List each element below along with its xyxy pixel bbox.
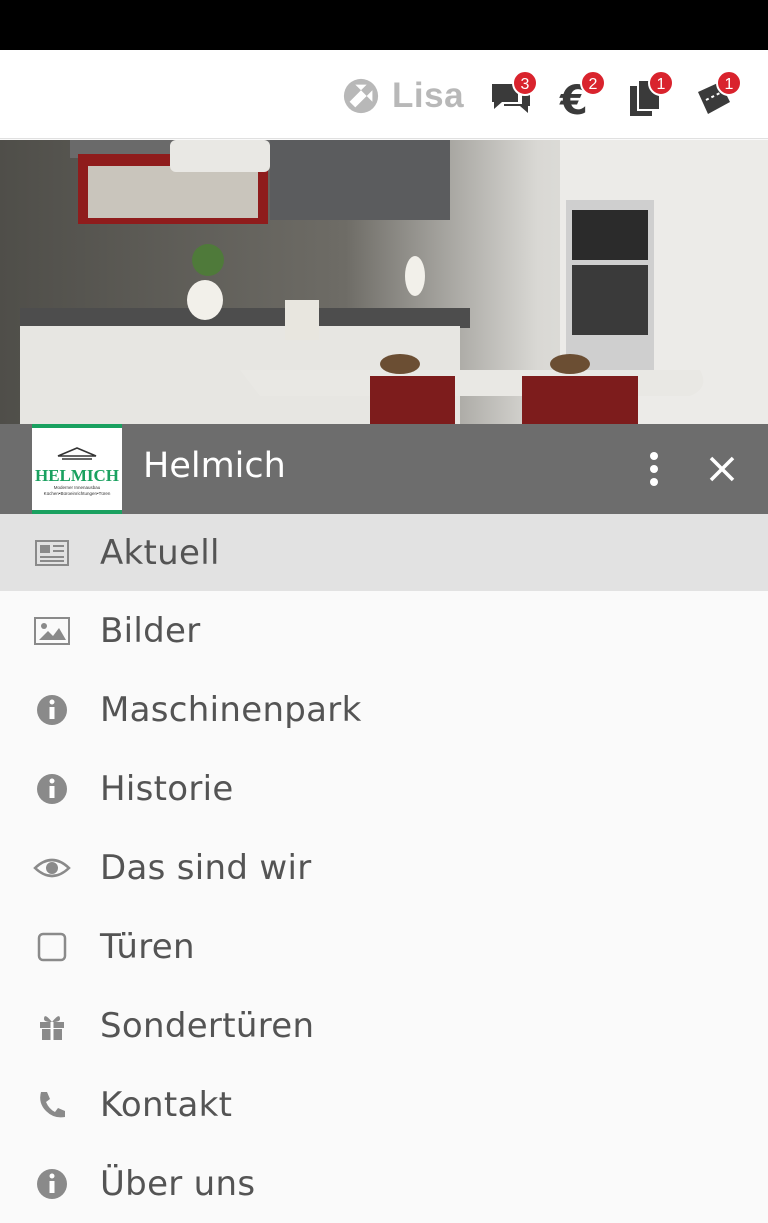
documents-badge: 1	[648, 70, 674, 96]
menu-item-sondertueren[interactable]: Sondertüren	[0, 986, 768, 1065]
menu-item-label: Sondertüren	[100, 1005, 315, 1046]
drawer-title: Helmich	[143, 446, 286, 486]
logo-text: HELMICH	[35, 466, 119, 485]
menu-item-das-sind-wir[interactable]: Das sind wir	[0, 828, 768, 907]
messages-badge: 3	[512, 70, 538, 96]
brand[interactable]: Lisa	[342, 76, 464, 116]
more-options-button[interactable]	[634, 448, 674, 490]
square-icon	[32, 927, 72, 967]
menu-item-aktuell[interactable]: Aktuell	[0, 514, 768, 591]
menu-item-bilder[interactable]: Bilder	[0, 591, 768, 670]
menu-item-label: Maschinenpark	[100, 689, 362, 730]
helmich-logo: HELMICH Moderner Innenausbau Küchen•Büro…	[32, 424, 122, 514]
menu-item-maschinenpark[interactable]: Maschinenpark	[0, 670, 768, 749]
more-vert-icon	[650, 452, 658, 486]
logo-subtitle-2: Küchen•Büroeinrichtungen•Türen	[44, 491, 111, 496]
hero-image	[0, 140, 768, 424]
logo-subtitle-1: Moderner Innenausbau	[54, 485, 101, 490]
close-icon	[709, 456, 735, 482]
drawer-header: HELMICH Moderner Innenausbau Küchen•Büro…	[0, 424, 768, 514]
menu-item-label: Türen	[100, 926, 195, 967]
payments-badge: 2	[580, 70, 606, 96]
menu-item-label: Aktuell	[100, 532, 220, 573]
status-bar	[0, 0, 768, 50]
menu-item-label: Kontakt	[100, 1084, 233, 1125]
gift-icon	[32, 1006, 72, 1046]
brand-name: Lisa	[392, 76, 465, 115]
lisa-logo-icon	[343, 78, 379, 114]
coupons-badge: 1	[716, 70, 742, 96]
top-app-bar: Lisa 3 € 2 1 1	[0, 50, 768, 139]
menu-item-tueren[interactable]: Türen	[0, 907, 768, 986]
menu-item-label: Bilder	[100, 610, 201, 651]
drawer-menu: Aktuell Bilder Maschinenpark Historie Da…	[0, 514, 768, 1223]
eye-icon	[32, 848, 72, 888]
menu-item-label: Historie	[100, 768, 234, 809]
kitchen-photo	[0, 140, 768, 424]
menu-item-kontakt[interactable]: Kontakt	[0, 1065, 768, 1144]
menu-item-historie[interactable]: Historie	[0, 749, 768, 828]
info-icon	[32, 769, 72, 809]
phone-icon	[32, 1085, 72, 1125]
newspaper-icon	[32, 533, 72, 573]
info-icon	[32, 690, 72, 730]
image-icon	[32, 611, 72, 651]
close-drawer-button[interactable]	[702, 448, 742, 490]
menu-item-label: Das sind wir	[100, 847, 312, 888]
